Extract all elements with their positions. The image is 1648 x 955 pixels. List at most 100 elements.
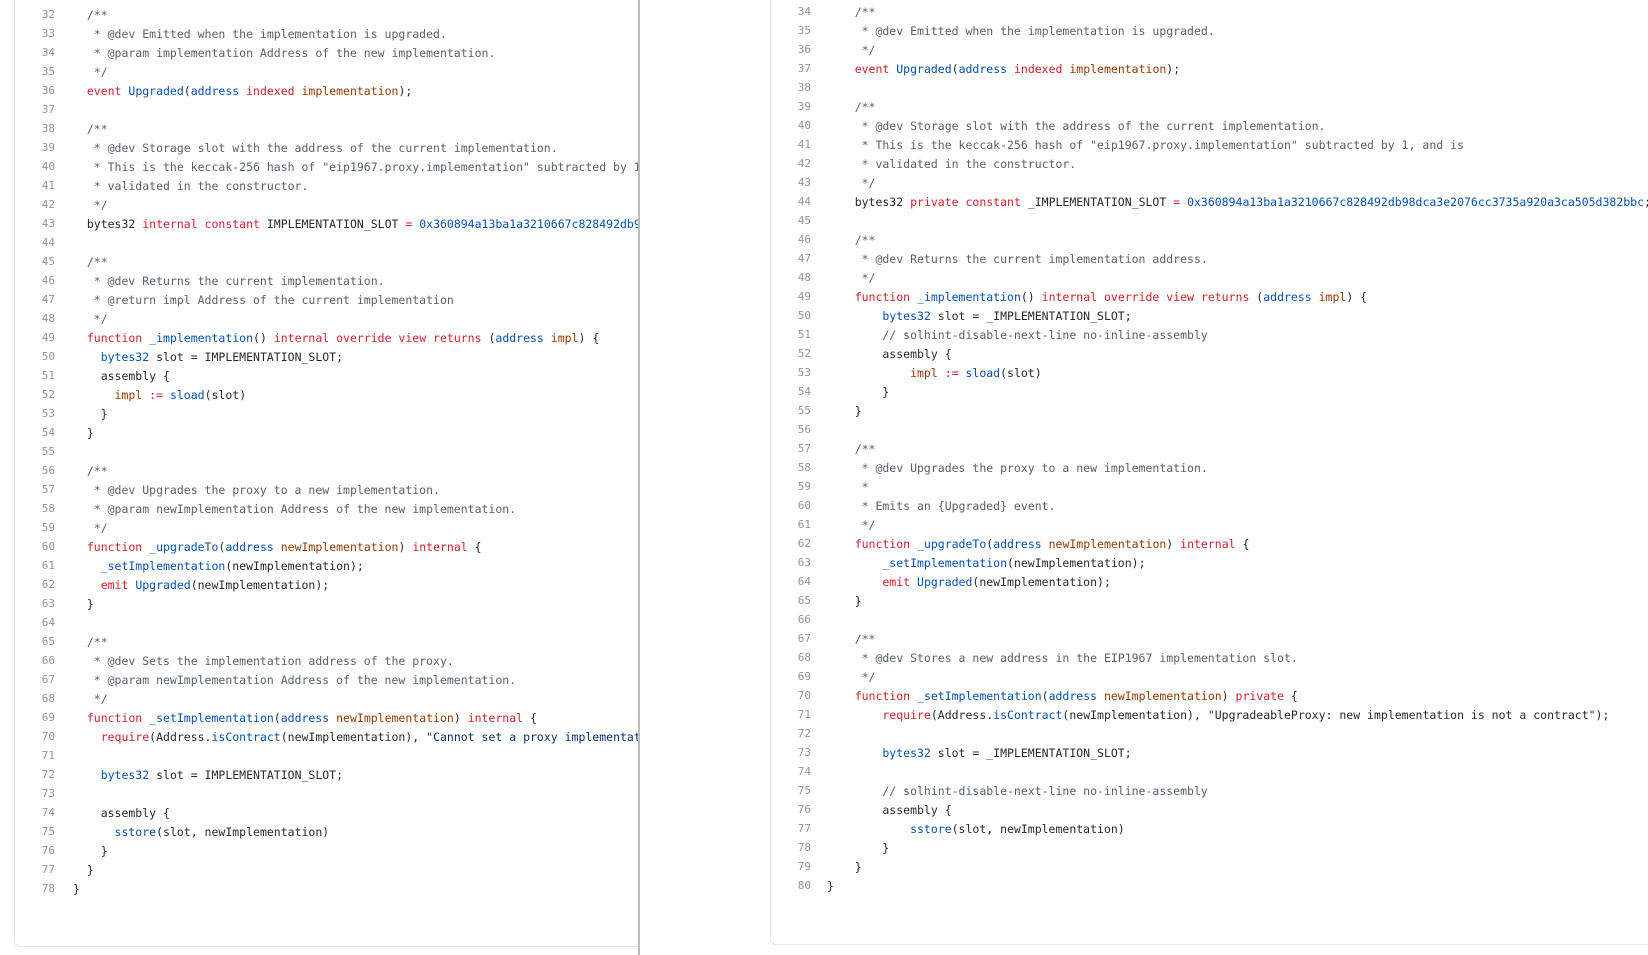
line-number[interactable]: 44: [15, 233, 55, 253]
line-number[interactable]: 35: [15, 62, 55, 82]
line-number[interactable]: 54: [771, 382, 811, 402]
line-number[interactable]: 49: [15, 328, 55, 348]
line-number[interactable]: 45: [15, 252, 55, 272]
line-number[interactable]: 57: [15, 480, 55, 500]
line-number[interactable]: 42: [771, 154, 811, 174]
line-number[interactable]: 62: [15, 575, 55, 595]
line-number[interactable]: 37: [15, 100, 55, 120]
line-number[interactable]: 38: [15, 119, 55, 139]
code-line: 34 /**: [771, 2, 1648, 22]
line-number[interactable]: 52: [771, 344, 811, 364]
line-number[interactable]: 63: [15, 594, 55, 614]
line-number[interactable]: 51: [15, 366, 55, 386]
line-number[interactable]: 58: [15, 499, 55, 519]
line-number[interactable]: 59: [15, 518, 55, 538]
line-number[interactable]: 64: [771, 572, 811, 592]
line-number[interactable]: 53: [15, 404, 55, 424]
line-number[interactable]: 33: [15, 24, 55, 44]
line-number[interactable]: 78: [15, 879, 55, 899]
line-number[interactable]: 43: [15, 214, 55, 234]
line-number[interactable]: 69: [771, 667, 811, 687]
line-number[interactable]: 70: [15, 727, 55, 747]
line-number[interactable]: 71: [771, 705, 811, 725]
pane-divider[interactable]: [638, 0, 640, 955]
line-number[interactable]: 54: [15, 423, 55, 443]
line-number[interactable]: 58: [771, 458, 811, 478]
line-number[interactable]: 69: [15, 708, 55, 728]
line-number[interactable]: 62: [771, 534, 811, 554]
line-number[interactable]: 37: [771, 59, 811, 79]
line-number[interactable]: 43: [771, 173, 811, 193]
line-number[interactable]: 34: [15, 43, 55, 63]
line-number[interactable]: 48: [15, 309, 55, 329]
line-number[interactable]: 66: [15, 651, 55, 671]
line-number[interactable]: 45: [771, 211, 811, 231]
line-number[interactable]: 64: [15, 613, 55, 633]
left-code-pane[interactable]: 32 /** 33 * @dev Emitted when the impleme…: [14, 0, 639, 947]
line-number[interactable]: 66: [771, 610, 811, 630]
line-number[interactable]: 46: [771, 230, 811, 250]
line-number[interactable]: 59: [771, 477, 811, 497]
code-text: function _setImplementation(address newI…: [73, 708, 537, 728]
line-number[interactable]: 47: [15, 290, 55, 310]
line-number[interactable]: 70: [771, 686, 811, 706]
line-number[interactable]: 72: [15, 765, 55, 785]
line-number[interactable]: 74: [771, 762, 811, 782]
line-number[interactable]: 38: [771, 78, 811, 98]
line-number[interactable]: 65: [771, 591, 811, 611]
line-number[interactable]: 61: [15, 556, 55, 576]
line-number[interactable]: 32: [15, 5, 55, 25]
line-number[interactable]: 35: [771, 21, 811, 41]
line-number[interactable]: 36: [15, 81, 55, 101]
line-number[interactable]: 72: [771, 724, 811, 744]
line-number[interactable]: 73: [15, 784, 55, 804]
line-number[interactable]: 36: [771, 40, 811, 60]
line-number[interactable]: 34: [771, 2, 811, 22]
line-number[interactable]: 61: [771, 515, 811, 535]
line-number[interactable]: 67: [15, 670, 55, 690]
line-number[interactable]: 80: [771, 876, 811, 896]
line-number[interactable]: 77: [15, 860, 55, 880]
line-number[interactable]: 60: [15, 537, 55, 557]
line-number[interactable]: 51: [771, 325, 811, 345]
line-number[interactable]: 53: [771, 363, 811, 383]
line-number[interactable]: 67: [771, 629, 811, 649]
line-number[interactable]: 44: [771, 192, 811, 212]
line-number[interactable]: 55: [15, 442, 55, 462]
line-number[interactable]: 42: [15, 195, 55, 215]
line-number[interactable]: 57: [771, 439, 811, 459]
line-number[interactable]: 71: [15, 746, 55, 766]
line-number[interactable]: 76: [15, 841, 55, 861]
code-text: /**: [73, 5, 108, 25]
right-code-pane[interactable]: 34 /** 35 * @dev Emitted when the impleme…: [770, 0, 1648, 945]
line-number[interactable]: 77: [771, 819, 811, 839]
line-number[interactable]: 41: [771, 135, 811, 155]
line-number[interactable]: 65: [15, 632, 55, 652]
line-number[interactable]: 68: [771, 648, 811, 668]
line-number[interactable]: 48: [771, 268, 811, 288]
line-number[interactable]: 40: [771, 116, 811, 136]
line-number[interactable]: 50: [771, 306, 811, 326]
line-number[interactable]: 49: [771, 287, 811, 307]
line-number[interactable]: 40: [15, 157, 55, 177]
line-number[interactable]: 63: [771, 553, 811, 573]
line-number[interactable]: 79: [771, 857, 811, 877]
line-number[interactable]: 56: [15, 461, 55, 481]
line-number[interactable]: 74: [15, 803, 55, 823]
line-number[interactable]: 78: [771, 838, 811, 858]
line-number[interactable]: 50: [15, 347, 55, 367]
line-number[interactable]: 56: [771, 420, 811, 440]
line-number[interactable]: 73: [771, 743, 811, 763]
line-number[interactable]: 52: [15, 385, 55, 405]
line-number[interactable]: 55: [771, 401, 811, 421]
line-number[interactable]: 41: [15, 176, 55, 196]
line-number[interactable]: 39: [771, 97, 811, 117]
line-number[interactable]: 47: [771, 249, 811, 269]
line-number[interactable]: 60: [771, 496, 811, 516]
line-number[interactable]: 68: [15, 689, 55, 709]
line-number[interactable]: 39: [15, 138, 55, 158]
line-number[interactable]: 76: [771, 800, 811, 820]
line-number[interactable]: 75: [15, 822, 55, 842]
line-number[interactable]: 75: [771, 781, 811, 801]
line-number[interactable]: 46: [15, 271, 55, 291]
